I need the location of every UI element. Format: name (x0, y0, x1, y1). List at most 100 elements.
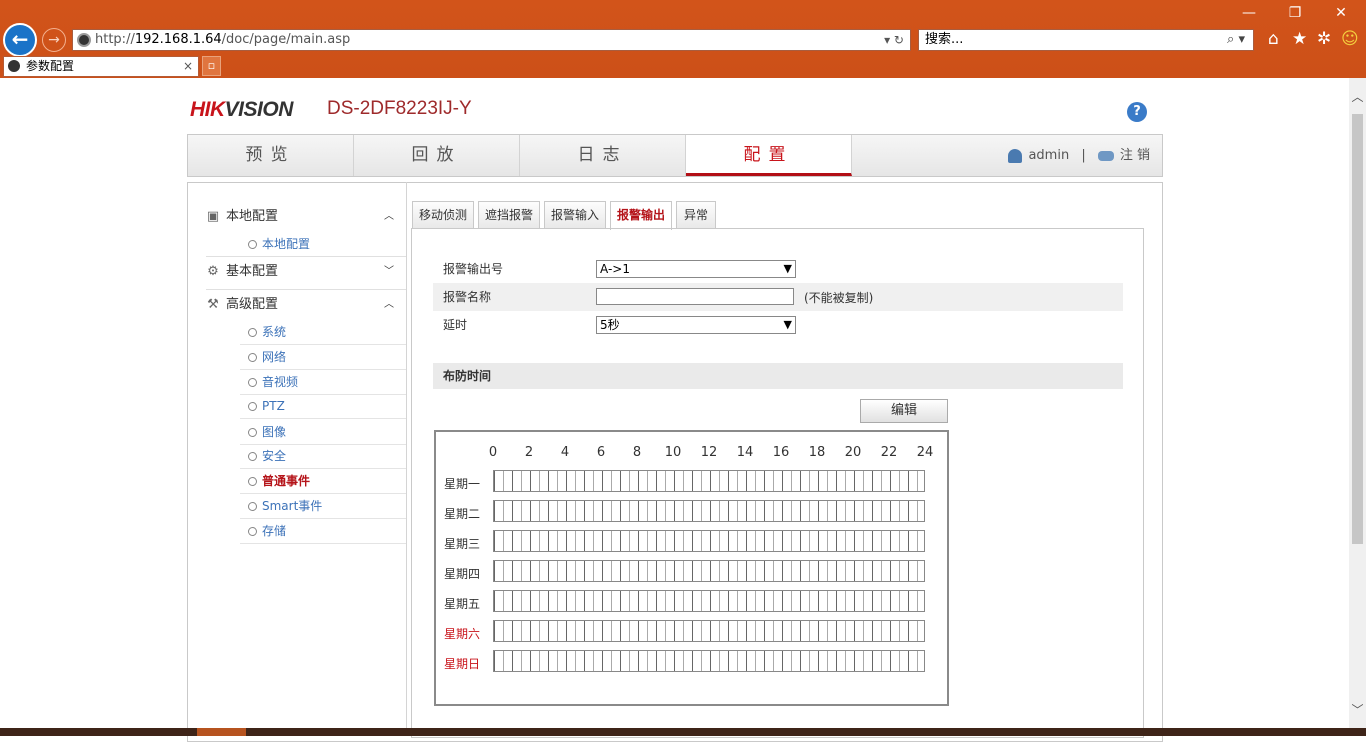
hour-label: 12 (700, 445, 718, 460)
page-scrollbar[interactable]: ︿ ﹀ (1349, 78, 1366, 728)
search-input[interactable]: 搜索... ⌕ ▾ (918, 29, 1254, 51)
nav-config[interactable]: 配置 (686, 135, 852, 176)
logout-icon[interactable] (1097, 150, 1114, 161)
tab-exception[interactable]: 异常 (676, 201, 716, 229)
tab-alarm-input[interactable]: 报警输入 (544, 201, 606, 229)
close-window-icon[interactable]: ✕ (1326, 2, 1356, 24)
day-label: 星期二 (444, 507, 481, 521)
sidebar-item-network[interactable]: 网络 (240, 345, 406, 370)
new-tab-button[interactable]: ▫ (202, 56, 221, 76)
url-host: 192.168.1.64 (134, 32, 222, 47)
divider (206, 289, 406, 290)
wrench-icon: ⚒ (207, 296, 219, 312)
sidebar-item-security[interactable]: 安全 (240, 444, 406, 469)
url-prefix: http:// (95, 32, 135, 47)
sidebar-item-system[interactable]: 系统 (240, 320, 406, 345)
hour-label: 24 (916, 445, 934, 460)
taskbar (0, 728, 1366, 736)
day-schedule-bar[interactable] (493, 470, 925, 492)
day-schedule-bar[interactable] (493, 500, 925, 522)
edit-schedule-button[interactable]: 编辑 (860, 399, 948, 423)
device-model: DS-2DF8223IJ-Y (327, 98, 472, 119)
schedule-title: 布防时间 (433, 363, 1123, 389)
main-nav: 预览 回放 日志 配置 admin | 注 销 (187, 134, 1163, 177)
tab-title: 参数配置 (26, 59, 75, 73)
sidebar-divider (406, 182, 407, 730)
chevron-down-icon: ▼ (783, 318, 792, 331)
nav-log[interactable]: 日志 (520, 135, 686, 176)
alarm-output-select[interactable]: A->1 ▼ (596, 260, 796, 278)
delay-select[interactable]: 5秒 ▼ (596, 316, 796, 334)
chevron-up-icon: ︿ (384, 211, 394, 222)
search-icon[interactable]: ⌕ ▾ (1227, 30, 1245, 50)
sidebar-group-advanced[interactable]: ⚒ 高级配置 ︿ (206, 291, 406, 319)
help-icon[interactable]: ? (1127, 102, 1147, 122)
restore-icon[interactable]: ❐ (1280, 2, 1310, 24)
feedback-smiley-icon[interactable]: ☺ (1341, 28, 1359, 50)
sidebar-item-ptz[interactable]: PTZ (240, 394, 406, 419)
tab-motion-detection[interactable]: 移动侦测 (412, 201, 474, 229)
user-area: admin | 注 销 (1008, 135, 1150, 176)
sidebar-item-local[interactable]: 本地配置 (240, 232, 406, 257)
name-note: (不能被复制) (804, 291, 874, 305)
nav-playback[interactable]: 回放 (354, 135, 520, 176)
minimize-icon[interactable]: — (1234, 2, 1264, 24)
hour-label: 2 (524, 445, 534, 460)
hour-label: 6 (596, 445, 606, 460)
tab-close-icon[interactable]: × (183, 57, 193, 76)
hour-label: 16 (772, 445, 790, 460)
tab-alarm-output[interactable]: 报警输出 (610, 201, 672, 230)
day-schedule-bar[interactable] (493, 530, 925, 552)
day-label: 星期五 (444, 597, 481, 611)
chevron-down-icon: ▼ (783, 262, 792, 275)
sidebar-item-image[interactable]: 图像 (240, 420, 406, 445)
hour-label: 4 (560, 445, 570, 460)
hour-label: 22 (880, 445, 898, 460)
sidebar-group-local[interactable]: ▣ 本地配置 ︿ (206, 203, 406, 231)
url-path: /doc/page/main.asp (221, 32, 351, 47)
sidebar-item-basic-event[interactable]: 普通事件 (240, 469, 406, 494)
nav-preview[interactable]: 预览 (188, 135, 354, 176)
site-favicon-icon (77, 33, 91, 47)
user-separator: | (1081, 148, 1086, 163)
day-label: 星期六 (444, 627, 481, 641)
sidebar-item-audio-video[interactable]: 音视频 (240, 370, 406, 395)
hour-label: 8 (632, 445, 642, 460)
hour-label: 14 (736, 445, 754, 460)
tab-tamper-alarm[interactable]: 遮挡报警 (478, 201, 540, 229)
day-schedule-bar[interactable] (493, 650, 925, 672)
sidebar-item-storage[interactable]: 存储 (240, 519, 406, 544)
scroll-up-icon[interactable]: ︿ (1349, 88, 1366, 105)
tab-favicon-icon (8, 60, 20, 72)
hour-label: 0 (488, 445, 498, 460)
home-icon[interactable]: ⌂ (1268, 28, 1279, 50)
sidebar-group-basic[interactable]: ⚙ 基本配置 ﹀ (206, 258, 406, 286)
settings-gear-icon[interactable]: ✲ (1317, 28, 1331, 50)
hour-label: 18 (808, 445, 826, 460)
scroll-thumb[interactable] (1352, 114, 1363, 544)
hikvision-logo: HIKVISION (190, 98, 293, 121)
refresh-icon[interactable]: ▾ ↻ (884, 30, 904, 50)
alarm-name-input[interactable] (596, 288, 794, 305)
back-button[interactable]: ← (3, 23, 37, 57)
day-schedule-bar[interactable] (493, 620, 925, 642)
taskbar-active-app[interactable] (197, 728, 246, 736)
day-schedule-bar[interactable] (493, 560, 925, 582)
scroll-down-icon[interactable]: ﹀ (1349, 701, 1366, 718)
forward-button[interactable]: → (42, 28, 66, 52)
search-placeholder: 搜索... (925, 32, 964, 47)
user-icon (1008, 148, 1023, 163)
day-label: 星期日 (444, 657, 481, 671)
address-bar[interactable]: http://192.168.1.64/doc/page/main.asp ▾ … (72, 29, 911, 51)
schedule-grid: 0 2 4 6 8 10 12 14 16 18 20 22 24 星期一 星期二 星期三 星期四 星期五 星期六星… (434, 430, 949, 706)
day-schedule-bar[interactable] (493, 590, 925, 612)
gear-icon: ⚙ (207, 263, 219, 279)
sidebar-item-smart-event[interactable]: Smart事件 (240, 494, 406, 519)
favorites-star-icon[interactable]: ★ (1292, 28, 1307, 50)
logout-link[interactable]: 注 销 (1120, 148, 1150, 163)
browser-chrome: — ❐ ✕ ← → http://192.168.1.64/doc/page/m… (0, 0, 1366, 78)
hour-label: 20 (844, 445, 862, 460)
monitor-icon: ▣ (206, 208, 220, 224)
divider (206, 256, 406, 257)
browser-tab[interactable]: 参数配置 × (3, 56, 199, 77)
